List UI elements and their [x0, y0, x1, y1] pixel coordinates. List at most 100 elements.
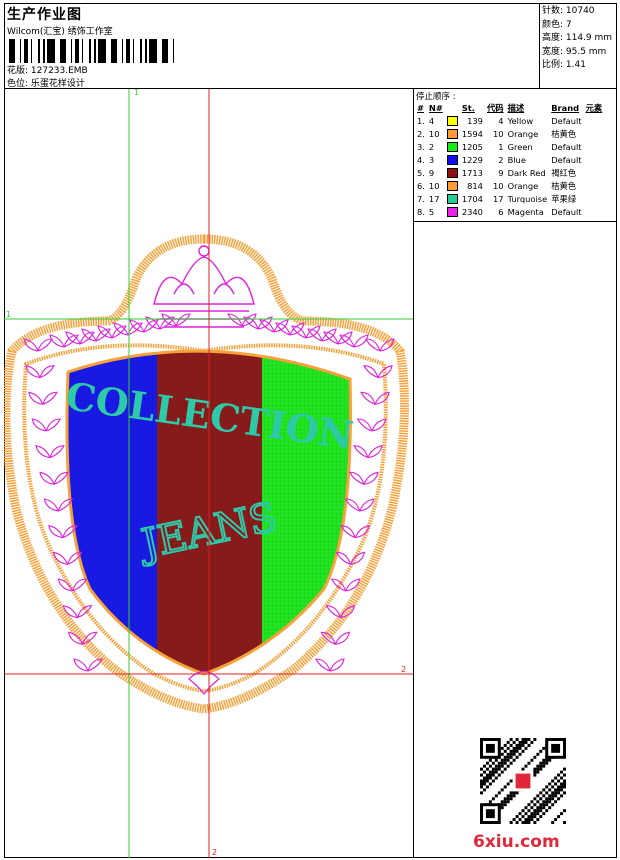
row-brand: Default	[551, 115, 582, 126]
table-row: 3. 2 1205 1 Green Default	[415, 140, 604, 153]
row-swatch	[445, 114, 460, 127]
row-description: Blue	[507, 154, 526, 165]
guide-label-1h: 1	[6, 310, 11, 319]
row-element	[584, 114, 605, 127]
col-code: 代码	[486, 102, 504, 113]
row-brand: 苹果绿	[551, 193, 577, 204]
row-needle: 10	[428, 180, 440, 191]
color-placement: 色位: 乐蛋花样设计	[7, 79, 85, 89]
stop-sequence-panel: 停止顺序 : # N# St. 代码 描述 Brand 元素 1. 4 139 4 Ye…	[414, 89, 617, 222]
row-swatch	[445, 127, 460, 140]
row-needle: 10	[428, 128, 440, 139]
design-file: 花版: 127233.EMB	[7, 66, 88, 76]
row-description: Green	[507, 141, 533, 152]
row-stitches: 2340	[461, 206, 483, 217]
row-stitches: 1713	[461, 167, 483, 178]
row-swatch	[445, 192, 460, 205]
row-stitches: 1229	[461, 154, 483, 165]
guide-label-2v: 2	[212, 848, 217, 857]
row-code: 1	[498, 141, 504, 152]
table-row: 6. 10 814 10 Orange 桔黄色	[415, 179, 604, 192]
row-description: Turquoise	[507, 193, 548, 204]
row-needle: 17	[428, 193, 440, 204]
row-needle: 4	[428, 115, 435, 126]
row-index: 2.	[417, 128, 425, 139]
color-sequence-table: # N# St. 代码 描述 Brand 元素 1. 4 139 4 Yellow Def…	[415, 101, 604, 218]
color-swatch	[446, 154, 458, 165]
crown-icon	[153, 245, 255, 328]
guide-label-1v: 1	[134, 89, 139, 97]
row-stitches: 1594	[461, 128, 483, 139]
row-code: 17	[493, 193, 504, 204]
row-swatch	[445, 179, 460, 192]
embroidery-preview: COLLECTION JEANS 1 1 2 2	[4, 89, 413, 858]
row-needle: 9	[428, 167, 435, 178]
row-description: Orange	[507, 180, 539, 191]
row-element	[584, 179, 605, 192]
row-index: 5.	[417, 167, 425, 178]
color-swatch	[446, 180, 458, 191]
watermark-logo: 6xiu.com	[473, 832, 560, 852]
row-element	[584, 192, 605, 205]
row-code: 9	[498, 167, 504, 178]
row-brand: Default	[551, 154, 582, 165]
design-canvas: COLLECTION JEANS 1 1 2 2	[4, 89, 414, 858]
table-row: 8. 5 2340 6 Magenta Default	[415, 205, 604, 218]
color-swatch	[446, 128, 458, 139]
guide-label-2h: 2	[401, 665, 406, 674]
col-needle: N#	[428, 102, 443, 113]
table-header-row: # N# St. 代码 描述 Brand 元素	[415, 101, 604, 114]
row-code: 10	[493, 180, 504, 191]
design-stats: 针数: 10740 颜色: 7 高度: 114.9 mm 宽度: 95.5 mm…	[540, 3, 617, 89]
row-swatch	[445, 166, 460, 179]
color-swatch	[446, 206, 458, 217]
color-swatch	[446, 167, 458, 178]
col-brand: Brand	[551, 102, 580, 113]
row-swatch	[445, 153, 460, 166]
col-swatch	[445, 101, 460, 114]
color-swatch	[446, 141, 458, 152]
row-brand: Default	[551, 141, 582, 152]
page-title: 生产作业图	[7, 7, 82, 23]
row-needle: 3	[428, 154, 435, 165]
row-index: 6.	[417, 180, 425, 191]
row-stitches: 814	[467, 180, 483, 191]
color-count: 颜色: 7	[542, 19, 572, 30]
stitch-count: 针数: 10740	[542, 6, 595, 16]
row-description: Dark Red	[507, 167, 546, 178]
design-width: 宽度: 95.5 mm	[542, 46, 607, 57]
row-code: 4	[498, 115, 504, 126]
row-element	[584, 205, 605, 218]
row-description: Orange	[507, 128, 539, 139]
row-brand: Default	[551, 206, 582, 217]
col-stitches: St.	[461, 102, 475, 113]
row-index: 3.	[417, 141, 425, 152]
table-row: 1. 4 139 4 Yellow Default	[415, 114, 604, 127]
color-swatch	[446, 115, 458, 126]
row-code: 6	[498, 206, 504, 217]
row-brand: 桔黄色	[551, 128, 577, 139]
table-row: 7. 17 1704 17 Turquoise 苹果绿	[415, 192, 604, 205]
row-swatch	[445, 140, 460, 153]
row-element	[584, 140, 605, 153]
row-index: 7.	[417, 193, 425, 204]
header-info: 生产作业图 Wilcom(汇宝) 绣饰工作室 花版: 127233.EMB 色位…	[4, 3, 540, 89]
row-index: 1.	[417, 115, 425, 126]
company-name: Wilcom(汇宝) 绣饰工作室	[7, 27, 113, 37]
row-stitches: 1205	[461, 141, 483, 152]
color-swatch	[446, 193, 458, 204]
row-index: 4.	[417, 154, 425, 165]
row-description: Yellow	[507, 115, 534, 126]
row-stitches: 1704	[461, 193, 483, 204]
col-element: 元素	[585, 102, 603, 113]
design-height: 高度: 114.9 mm	[542, 33, 613, 43]
row-code: 2	[498, 154, 504, 165]
row-swatch	[445, 205, 460, 218]
table-row: 2. 10 1594 10 Orange 桔黄色	[415, 127, 604, 140]
table-row: 4. 3 1229 2 Blue Default	[415, 153, 604, 166]
row-needle: 5	[428, 206, 435, 217]
row-needle: 2	[428, 141, 435, 152]
row-element	[584, 127, 605, 140]
row-code: 10	[493, 128, 504, 139]
table-row: 5. 9 1713 9 Dark Red 褐红色	[415, 166, 604, 179]
